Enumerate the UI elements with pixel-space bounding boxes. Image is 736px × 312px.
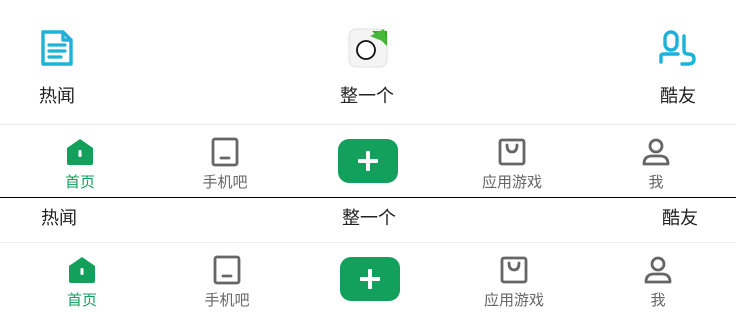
tab-phone-forum-label: 手机吧: [204, 291, 250, 309]
phone-icon: [211, 137, 239, 167]
entry-make-one-label: 整一个: [340, 86, 394, 107]
label-cool-friends[interactable]: 酷友: [662, 204, 698, 230]
divider: [0, 124, 736, 125]
shopping-bag-icon: [498, 138, 526, 166]
app-thumbnail-icon: [348, 28, 388, 68]
phone-icon: [213, 255, 241, 285]
entry-cool-friends[interactable]: 酷友: [596, 0, 736, 124]
add-button[interactable]: [338, 139, 398, 183]
tab-apps-games[interactable]: 应用游戏: [454, 244, 574, 312]
tab-me-label: 我: [648, 173, 664, 191]
entry-labels-row: 热闻 整一个 酷友: [0, 198, 736, 242]
home-icon: [69, 257, 95, 283]
label-hot-news[interactable]: 热闻: [41, 204, 77, 230]
tab-home[interactable]: 首页: [20, 126, 140, 198]
tab-me-label: 我: [650, 291, 666, 309]
tab-apps-games-label: 应用游戏: [481, 173, 542, 191]
screen: 热闻 整一个 酷友 首页 手机吧 应用游戏 我 热闻 整一个 酷友 首页 手机吧…: [0, 0, 736, 312]
entry-hot-news[interactable]: 热闻: [0, 0, 140, 124]
top-entries: 热闻 整一个 酷友: [0, 0, 736, 124]
plus-icon-vertical: [368, 269, 372, 289]
entry-hot-news-label: 热闻: [39, 86, 75, 107]
label-make-one[interactable]: 整一个: [342, 204, 396, 230]
tab-apps-games-label: 应用游戏: [483, 291, 544, 309]
bottom-tab-bar: 首页 手机吧 应用游戏 我: [0, 126, 736, 198]
tab-phone-forum[interactable]: 手机吧: [165, 126, 285, 198]
tab-home-label: 首页: [66, 291, 97, 309]
plus-icon-vertical: [366, 151, 370, 171]
tab-home-label: 首页: [64, 173, 95, 191]
bottom-tab-bar-2: 首页 手机吧 应用游戏 我: [0, 244, 736, 312]
divider: [0, 242, 736, 243]
tab-phone-forum[interactable]: 手机吧: [167, 244, 287, 312]
home-icon: [67, 139, 93, 165]
tab-me[interactable]: 我: [596, 126, 716, 198]
add-button[interactable]: [340, 257, 400, 301]
tab-apps-games[interactable]: 应用游戏: [452, 126, 572, 198]
entry-make-one[interactable]: 整一个: [298, 0, 438, 124]
friends-icon: [659, 30, 696, 66]
user-icon: [642, 138, 670, 166]
user-icon: [644, 256, 672, 284]
tab-phone-forum-label: 手机吧: [202, 173, 248, 191]
tab-me[interactable]: 我: [598, 244, 718, 312]
document-list-icon: [41, 30, 73, 66]
tab-home[interactable]: 首页: [22, 244, 142, 312]
shopping-bag-icon: [500, 256, 528, 284]
entry-cool-friends-label: 酷友: [660, 86, 696, 107]
